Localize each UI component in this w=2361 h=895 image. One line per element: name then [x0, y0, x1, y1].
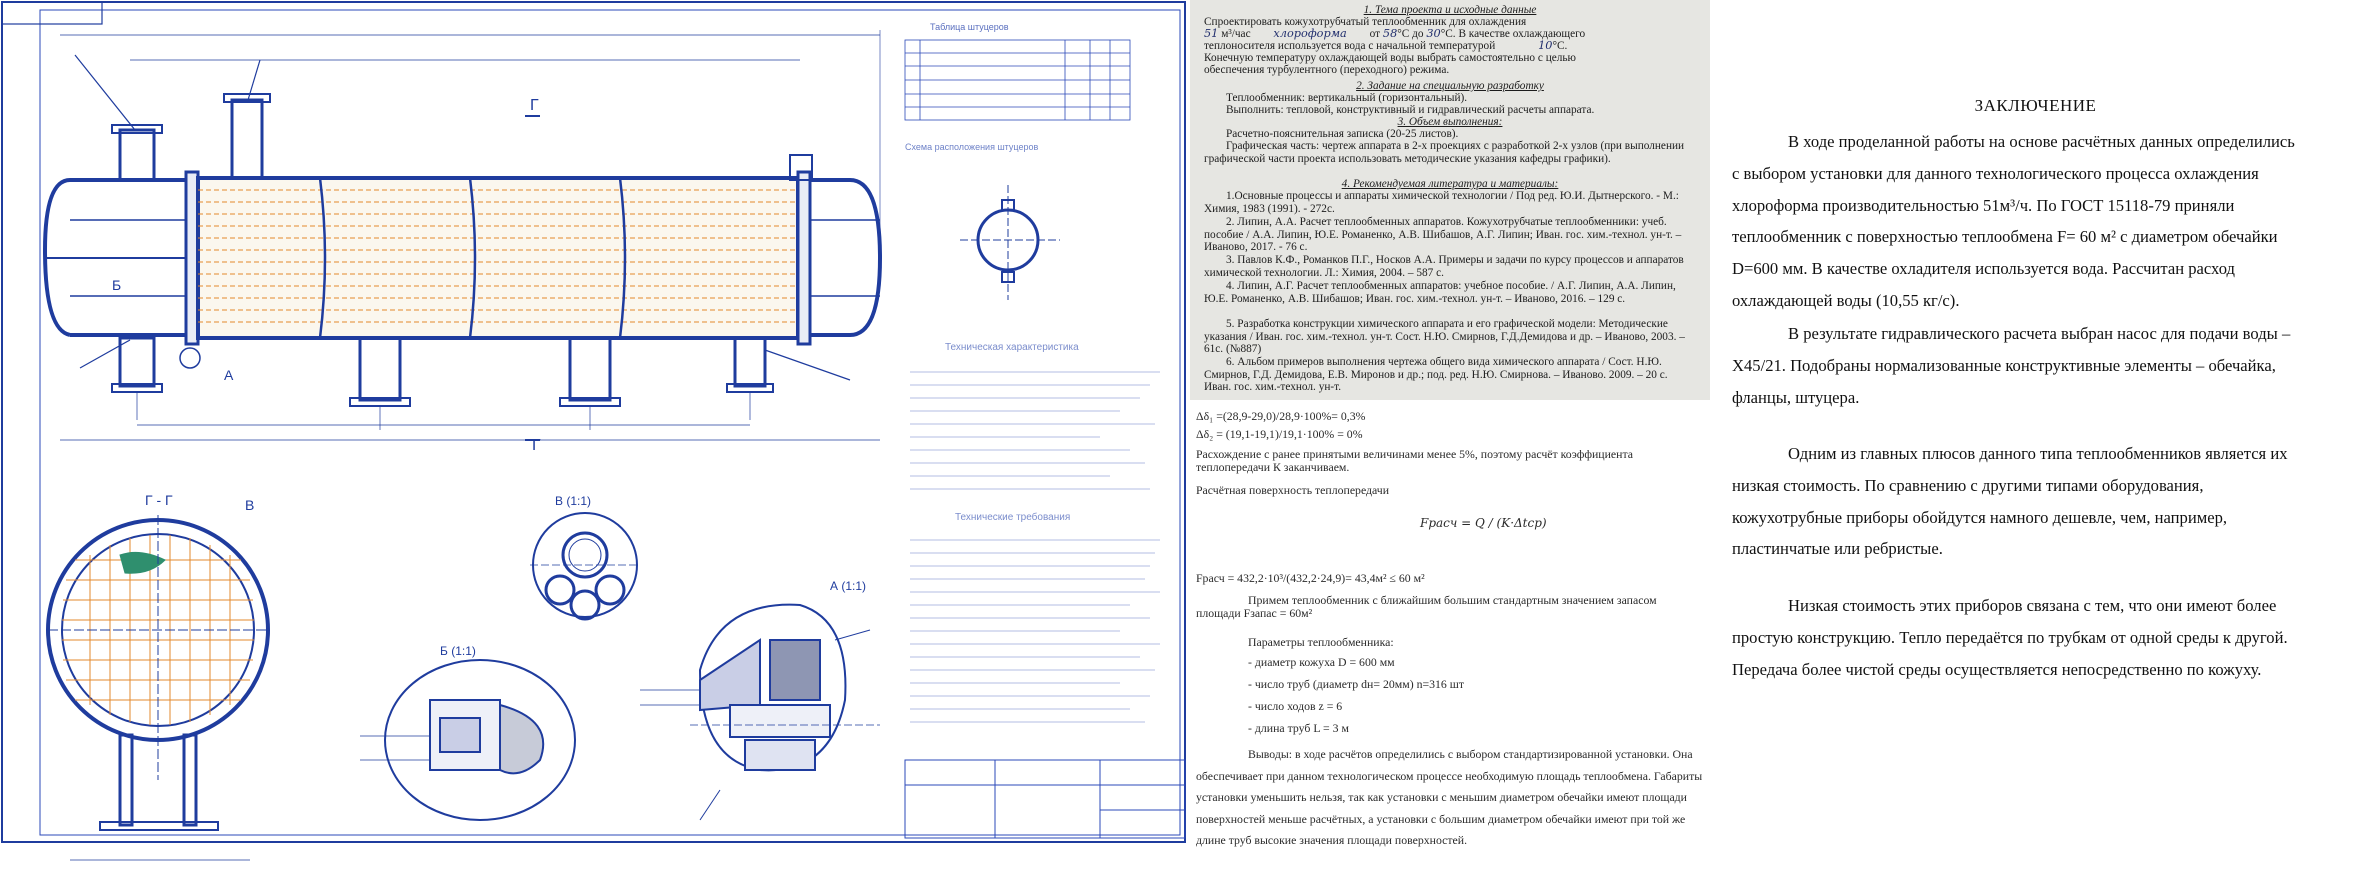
drawing-frame [1, 1, 1186, 843]
calc-delta-1: Δδ₁ =(28,9-29,0)/28,9·100%= 0,3% [1196, 409, 1366, 423]
assignment-ref-5: 5. Разработка конструкции химического ап… [1204, 318, 1685, 356]
view-v-detail [530, 512, 640, 621]
calculation-sheet: Δδ₁ =(28,9-29,0)/28,9·100%= 0,3% Δδ₂ = (… [1190, 404, 1710, 895]
assignment-substance: хлороформа [1273, 27, 1347, 40]
assignment-heading-4: 4. Рекомендуемая литература и материалы: [1341, 178, 1559, 190]
conclusion-page: ЗАКЛЮЧЕНИЕ В ходе проделанной работы на … [1710, 0, 2361, 895]
conclusion-paragraph-4: Низкая стоимость этих приборов связана с… [1732, 596, 2288, 679]
calc-param-2: - число труб (диаметр dн= 20мм) n=316 шт [1248, 677, 1465, 691]
nozzle-scheme [960, 185, 1060, 300]
assignment-line-7: Выполнить: тепловой, конструктивный и ги… [1226, 104, 1595, 116]
conclusion-paragraph-1: В ходе проделанной работы на основе расч… [1732, 132, 2295, 310]
calc-params-title: Параметры теплообменника: [1248, 635, 1394, 649]
calc-formula: Fрасч = Q / (K·Δtср) [1420, 516, 1547, 530]
tech-req-text-lines [910, 539, 1160, 723]
technical-drawing: Г Г Б А Таблица штуцеров Схема расположе… [0, 0, 1190, 895]
assignment-from: от [1369, 28, 1381, 40]
assignment-flow-unit: м³/час [1221, 28, 1251, 40]
assignment-ref-4: 4. Липин, А.Г. Расчет теплообменных аппа… [1204, 280, 1676, 305]
drawing-canvas: Г Г Б А Таблица штуцеров Схема расположе… [1, 1, 1186, 861]
assignment-ref-6: 6. Альбом примеров выполнения чертежа об… [1204, 356, 1668, 394]
drawing-corner-box [1, 1, 103, 25]
calc-param-1: - диаметр кожуха D = 600 мм [1248, 655, 1395, 669]
assignment-flow-value: 51 [1204, 27, 1219, 40]
calc-discrepancy: Расхождение с ранее принятыми величинами… [1196, 447, 1634, 475]
calc-conclusions: Выводы: в ходе расчётов определились с в… [1196, 747, 1703, 848]
calc-param-4: - длина труб L = 3 м [1248, 721, 1349, 735]
assignment-line-3: теплоносителя используется вода с началь… [1204, 39, 1696, 53]
assignment-heading-2: 2. Задание на специальную разработку [1356, 80, 1544, 92]
section-gg-view [46, 515, 270, 861]
label-v: В [245, 497, 254, 513]
nozzle-table-title: Таблица штуцеров [930, 22, 1009, 32]
calc-delta-2: Δδ₂ = (19,1-19,1)/19,1·100% = 0% [1196, 427, 1363, 441]
assignment-heading-1: 1. Тема проекта и исходные данные [1363, 4, 1537, 16]
assignment-line-4: Конечную температуру охлаждающей воды вы… [1204, 52, 1576, 64]
view-v-label: В (1:1) [555, 494, 591, 508]
label-b: Б [112, 277, 121, 293]
assignment-line-5: обеспечения турбулентного (переходного) … [1204, 64, 1450, 76]
tech-req-title: Технические требования [955, 511, 1070, 523]
view-a-label: А (1:1) [830, 579, 866, 593]
conclusion-paragraph-3: Одним из главных плюсов данного типа теп… [1732, 444, 2288, 559]
assignment-t-to: 30 [1426, 27, 1441, 40]
assignment-water-text: теплоносителя используется вода с началь… [1204, 40, 1496, 52]
assignment-line-8: Расчетно-пояснительная записка (20-25 ли… [1226, 128, 1459, 140]
view-b-detail [360, 659, 576, 821]
nozzle-table: Таблица штуцеров [904, 22, 1131, 121]
assignment-sheet: 1. Тема проекта и исходные данные Спроек… [1190, 0, 1710, 400]
view-a-detail [640, 603, 880, 821]
label-a: А [224, 367, 234, 383]
assignment-ref-1: 1.Основные процессы и аппараты химическо… [1204, 190, 1679, 215]
drawing-inner-frame [39, 9, 1181, 836]
assignment-to: °С до [1397, 28, 1424, 40]
view-b-label: Б (1:1) [440, 644, 476, 658]
section-mark-top: Г [530, 97, 539, 114]
calc-area-line: Расчётная поверхность теплопередачи [1196, 483, 1390, 497]
assignment-line-6: Теплообменник: вертикальный (горизонталь… [1226, 92, 1468, 104]
assignment-t-water: 10 [1538, 39, 1553, 52]
assignment-heading-3: 3. Объем выполнения: [1397, 116, 1503, 128]
calc-area-result: Fрасч = 432,2·10³/(432,2·24,9)= 43,4м² ≤… [1196, 571, 1425, 585]
assignment-water-unit: °С. [1552, 40, 1568, 52]
tech-char-title: Техническая характеристика [945, 342, 1079, 353]
assignment-ref-2: 2. Липин, А.А. Расчет теплообменных аппа… [1204, 216, 1682, 254]
heat-exchanger-side-view [42, 30, 883, 441]
title-block [904, 759, 1186, 839]
calc-param-3: - число ходов z = 6 [1248, 699, 1343, 713]
conclusion-paragraph-2: В результате гидравлического расчета выб… [1732, 324, 2291, 407]
calc-accept: Примем теплообменник с ближайшим большим… [1196, 593, 1657, 621]
assignment-ref-3: 3. Павлов К.Ф., Романков П.Г., Носков А.… [1204, 254, 1684, 279]
scanned-pages: 1. Тема проекта и исходные данные Спроек… [1190, 0, 1710, 895]
scheme-title: Схема расположения штуцеров [905, 142, 1038, 152]
assignment-line-2: 51 м³/час хлороформа от 58°С до 30°С. В … [1204, 27, 1696, 41]
assignment-cooling: °С. В качестве охлаждающего [1440, 28, 1586, 40]
tech-char-text-lines [910, 371, 1160, 490]
assignment-line-9: Графическая часть: чертеж аппарата в 2-х… [1204, 140, 1685, 165]
conclusion-title: ЗАКЛЮЧЕНИЕ [1974, 96, 2097, 115]
section-g-label: Г - Г [145, 492, 173, 508]
assignment-t-from: 58 [1382, 27, 1398, 40]
